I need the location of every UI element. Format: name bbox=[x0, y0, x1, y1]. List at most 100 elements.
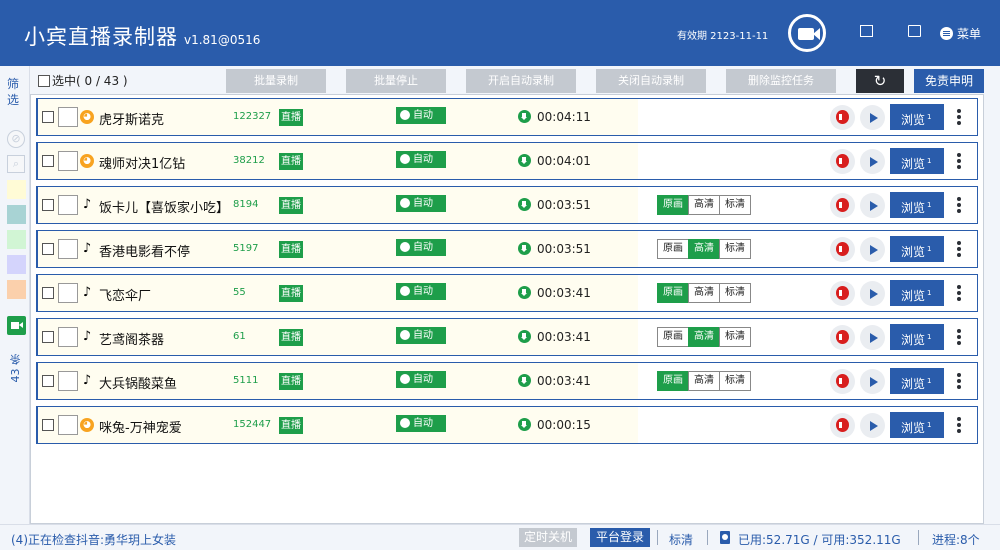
timer-shutdown-button[interactable]: 定时关机 bbox=[519, 528, 577, 547]
more-icon[interactable] bbox=[956, 152, 962, 172]
batch-stop-button[interactable]: 批量停止 bbox=[346, 69, 446, 93]
quality-original-button[interactable]: 原画 bbox=[657, 327, 689, 347]
quality-standard-button[interactable]: 标清 bbox=[719, 327, 751, 347]
disable-auto-record-button[interactable]: 关闭自动录制 bbox=[596, 69, 706, 93]
streamer-name[interactable]: 大兵锅酸菜鱼 bbox=[99, 373, 177, 392]
play-icon[interactable] bbox=[860, 149, 885, 174]
more-icon[interactable] bbox=[956, 284, 962, 304]
row-checkbox[interactable] bbox=[42, 375, 54, 387]
stop-record-icon[interactable] bbox=[830, 237, 855, 262]
table-row[interactable]: ♪ 饭卡儿【喜饭家小吃】 8194 直播 自动 00:03:51 原画 高清 标清 浏览 1 bbox=[36, 186, 978, 224]
color-filter-yellow[interactable] bbox=[7, 180, 26, 199]
more-icon[interactable] bbox=[956, 196, 962, 216]
auto-record-toggle[interactable]: 自动 bbox=[396, 371, 446, 388]
streamer-name[interactable]: 咪兔-万神宠爱 bbox=[99, 417, 182, 436]
browse-button[interactable]: 浏览 1 bbox=[890, 280, 944, 306]
play-icon[interactable] bbox=[860, 105, 885, 130]
filter-label[interactable]: 筛选 bbox=[7, 76, 23, 108]
batch-record-button[interactable]: 批量录制 bbox=[226, 69, 326, 93]
quality-high-button[interactable]: 高清 bbox=[688, 371, 720, 391]
streamer-name[interactable]: 饭卡儿【喜饭家小吃】 bbox=[99, 197, 229, 216]
play-icon[interactable] bbox=[860, 237, 885, 262]
platform-login-button[interactable]: 平台登录 bbox=[590, 528, 650, 547]
table-row[interactable]: ♪ 大兵锅酸菜鱼 5111 直播 自动 00:03:41 原画 高清 标清 浏览 1 bbox=[36, 362, 978, 400]
streamer-name[interactable]: 飞恋伞厂 bbox=[99, 285, 151, 304]
stop-record-icon[interactable] bbox=[830, 193, 855, 218]
menu-button[interactable]: 菜单 bbox=[940, 25, 981, 42]
play-icon[interactable] bbox=[860, 413, 885, 438]
stop-record-icon[interactable] bbox=[830, 413, 855, 438]
browse-button[interactable]: 浏览 1 bbox=[890, 148, 944, 174]
delete-task-button[interactable]: 删除监控任务 bbox=[726, 69, 836, 93]
stop-record-icon[interactable] bbox=[830, 105, 855, 130]
auto-record-toggle[interactable]: 自动 bbox=[396, 107, 446, 124]
browse-button[interactable]: 浏览 1 bbox=[890, 368, 944, 394]
quality-original-button[interactable]: 原画 bbox=[657, 371, 689, 391]
play-icon[interactable] bbox=[860, 193, 885, 218]
auto-record-toggle[interactable]: 自动 bbox=[396, 415, 446, 432]
quality-standard-button[interactable]: 标清 bbox=[719, 239, 751, 259]
color-filter-purple[interactable] bbox=[7, 255, 26, 274]
streamer-name[interactable]: 艺鸢阁茶器 bbox=[99, 329, 164, 348]
streamer-name[interactable]: 魂师对决1亿钻 bbox=[99, 153, 185, 172]
quality-standard-button[interactable]: 标清 bbox=[719, 195, 751, 215]
quality-original-button[interactable]: 原画 bbox=[657, 283, 689, 303]
color-filter-teal[interactable] bbox=[7, 205, 26, 224]
streamer-name[interactable]: 香港电影看不停 bbox=[99, 241, 190, 260]
table-row[interactable]: ◕ 咪兔-万神宠爱 152447 直播 自动 00:00:15 浏览 1 bbox=[36, 406, 978, 444]
more-icon[interactable] bbox=[956, 108, 962, 128]
stop-record-icon[interactable] bbox=[830, 149, 855, 174]
quality-original-button[interactable]: 原画 bbox=[657, 195, 689, 215]
stop-record-icon[interactable] bbox=[830, 281, 855, 306]
browse-button[interactable]: 浏览 1 bbox=[890, 192, 944, 218]
quality-high-button[interactable]: 高清 bbox=[688, 327, 720, 347]
record-logo-icon[interactable] bbox=[788, 14, 826, 52]
row-checkbox[interactable] bbox=[42, 419, 54, 431]
select-all-checkbox[interactable] bbox=[38, 74, 50, 87]
block-icon[interactable]: ⊘ bbox=[7, 130, 25, 148]
enable-auto-record-button[interactable]: 开启自动录制 bbox=[466, 69, 576, 93]
quality-high-button[interactable]: 高清 bbox=[688, 239, 720, 259]
quality-standard-button[interactable]: 标清 bbox=[719, 283, 751, 303]
refresh-icon[interactable]: ↻ bbox=[856, 69, 904, 93]
browse-button[interactable]: 浏览 1 bbox=[890, 412, 944, 438]
row-checkbox[interactable] bbox=[42, 243, 54, 255]
play-icon[interactable] bbox=[860, 281, 885, 306]
browse-button[interactable]: 浏览 1 bbox=[890, 236, 944, 262]
color-filter-orange[interactable] bbox=[7, 280, 26, 299]
more-icon[interactable] bbox=[956, 372, 962, 392]
stop-record-icon[interactable] bbox=[830, 325, 855, 350]
play-icon[interactable] bbox=[860, 325, 885, 350]
quality-high-button[interactable]: 高清 bbox=[688, 283, 720, 303]
stop-record-icon[interactable] bbox=[830, 369, 855, 394]
auto-record-toggle[interactable]: 自动 bbox=[396, 283, 446, 300]
row-checkbox[interactable] bbox=[42, 331, 54, 343]
quality-original-button[interactable]: 原画 bbox=[657, 239, 689, 259]
table-row[interactable]: ◕ 虎牙斯诺克 122327 直播 自动 00:04:11 浏览 1 bbox=[36, 98, 978, 136]
search-icon[interactable]: ⌕ bbox=[7, 155, 25, 173]
disclaimer-button[interactable]: 免责申明 bbox=[914, 69, 984, 93]
auto-record-toggle[interactable]: 自动 bbox=[396, 195, 446, 212]
auto-record-toggle[interactable]: 自动 bbox=[396, 239, 446, 256]
row-checkbox[interactable] bbox=[42, 111, 54, 123]
table-row[interactable]: ◕ 魂师对决1亿钻 38212 直播 自动 00:04:01 浏览 1 bbox=[36, 142, 978, 180]
row-checkbox[interactable] bbox=[42, 199, 54, 211]
browse-button[interactable]: 浏览 1 bbox=[890, 324, 944, 350]
folder-icon[interactable] bbox=[908, 25, 921, 37]
maximize-icon[interactable] bbox=[860, 25, 873, 37]
quality-high-button[interactable]: 高清 bbox=[688, 195, 720, 215]
more-icon[interactable] bbox=[956, 240, 962, 260]
more-icon[interactable] bbox=[956, 328, 962, 348]
browse-button[interactable]: 浏览 1 bbox=[890, 104, 944, 130]
play-icon[interactable] bbox=[860, 369, 885, 394]
more-icon[interactable] bbox=[956, 416, 962, 436]
quality-standard-button[interactable]: 标清 bbox=[719, 371, 751, 391]
table-row[interactable]: ♪ 香港电影看不停 5197 直播 自动 00:03:51 原画 高清 标清 浏览 1 bbox=[36, 230, 978, 268]
auto-record-toggle[interactable]: 自动 bbox=[396, 151, 446, 168]
select-all[interactable]: 选中( 0 / 43 ) bbox=[38, 72, 128, 89]
table-row[interactable]: ♪ 飞恋伞厂 55 直播 自动 00:03:41 原画 高清 标清 浏览 1 bbox=[36, 274, 978, 312]
streamer-name[interactable]: 虎牙斯诺克 bbox=[99, 109, 164, 128]
row-checkbox[interactable] bbox=[42, 287, 54, 299]
table-row[interactable]: ♪ 艺鸢阁茶器 61 直播 自动 00:03:41 原画 高清 标清 浏览 1 bbox=[36, 318, 978, 356]
recording-filter-icon[interactable] bbox=[7, 316, 26, 335]
